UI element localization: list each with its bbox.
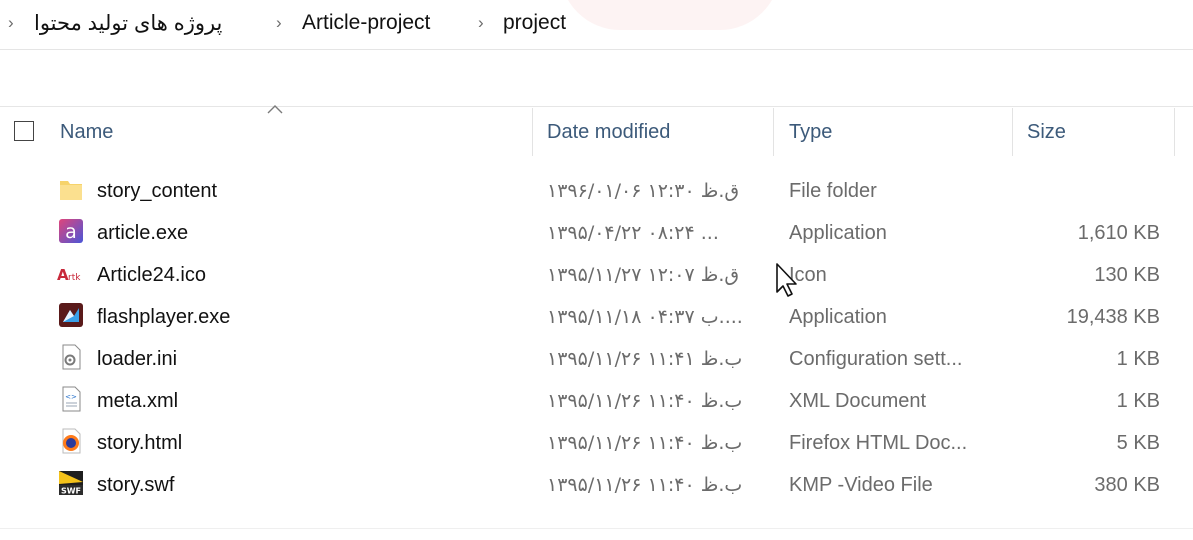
chevron-right-icon[interactable]: › <box>478 13 484 33</box>
file-size: 1 KB <box>1116 348 1160 370</box>
file-size: 1 KB <box>1116 390 1160 412</box>
folder-icon <box>60 181 82 200</box>
column-header-date-modified[interactable]: Date modified <box>547 121 670 144</box>
file-date: ۱۳۹۵/۱۱/۲۶ ب.ظ ۱۱:۴۰ <box>547 474 743 496</box>
breadcrumb: › پروژه های تولید محتوا › Article-projec… <box>0 0 1193 50</box>
breadcrumb-item-article-project[interactable]: Article-project <box>302 11 430 35</box>
file-date: ۱۳۹۵/۱۱/۲۶ ب.ظ ۱۱:۴۰ <box>547 432 743 454</box>
xml-file-icon: <> <box>62 386 81 412</box>
file-date: ۱۳۹۶/۰۱/۰۶ ق.ظ ۱۲:۳۰ <box>547 180 740 202</box>
sort-up-icon <box>267 105 283 114</box>
file-name: story_content <box>97 180 218 202</box>
firefox-icon <box>62 428 81 454</box>
file-size: 1,610 KB <box>1077 222 1160 244</box>
file-name: Article24.ico <box>97 264 206 286</box>
file-row-article24-ico[interactable]: A rtk Article24.ico ۱۳۹۵/۱۱/۲۷ ق.ظ ۱۲:۰۷… <box>0 254 1193 296</box>
file-row-story-swf[interactable]: SWF story.swf ۱۳۹۵/۱۱/۲۶ ب.ظ ۱۱:۴۰ KMP -… <box>0 464 1193 506</box>
file-size: 130 KB <box>1094 264 1160 286</box>
divider <box>0 528 1193 529</box>
chevron-right-icon[interactable]: › <box>8 13 14 33</box>
file-size: 380 KB <box>1094 474 1160 496</box>
column-divider[interactable] <box>532 108 533 156</box>
mouse-pointer-icon <box>776 263 797 297</box>
file-name: flashplayer.exe <box>97 306 231 328</box>
chevron-right-icon[interactable]: › <box>276 13 282 33</box>
file-row-article-exe[interactable]: a article.exe ۱۳۹۵/۰۴/۲۲ ۰۸:۲۴ ... Appli… <box>0 212 1193 254</box>
column-header-size[interactable]: Size <box>1027 121 1066 144</box>
select-all-checkbox[interactable] <box>14 121 34 141</box>
file-name: story.swf <box>97 474 175 496</box>
file-row-story-html[interactable]: story.html ۱۳۹۵/۱۱/۲۶ ب.ظ ۱۱:۴۰ Firefox … <box>0 422 1193 464</box>
article-app-icon: a <box>59 219 83 243</box>
settings-file-icon <box>62 344 81 370</box>
file-name: meta.xml <box>97 390 179 412</box>
column-divider[interactable] <box>1012 108 1013 156</box>
column-divider[interactable] <box>1174 108 1175 156</box>
file-type: Firefox HTML Doc... <box>789 432 968 454</box>
article24-logo-icon: A rtk <box>57 266 81 284</box>
file-date: ۱۳۹۵/۱۱/۲۶ ب.ظ ۱۱:۴۱ <box>547 348 743 370</box>
file-type: Application <box>789 222 887 244</box>
svg-text:a: a <box>65 221 77 243</box>
file-type: KMP -Video File <box>789 474 933 496</box>
column-header-name[interactable]: Name <box>60 121 113 144</box>
breadcrumb-item-content-projects[interactable]: پروژه های تولید محتوا <box>34 11 222 36</box>
svg-text:rtk: rtk <box>68 273 81 283</box>
swf-file-icon: SWF <box>59 471 83 496</box>
file-row-story-content[interactable]: story_content ۱۳۹۶/۰۱/۰۶ ق.ظ ۱۲:۳۰ File … <box>0 170 1193 212</box>
file-row-flashplayer-exe[interactable]: flashplayer.exe ۱۳۹۵/۱۱/۱۸ ب ۰۴:۳۷.... A… <box>0 296 1193 338</box>
file-size: 19,438 KB <box>1066 306 1160 328</box>
file-row-meta-xml[interactable]: <> meta.xml ۱۳۹۵/۱۱/۲۶ ب.ظ ۱۱:۴۰ XML Doc… <box>0 380 1193 422</box>
file-name: article.exe <box>97 222 189 244</box>
file-type: Application <box>789 306 887 328</box>
column-header-type[interactable]: Type <box>789 121 832 144</box>
file-date: ۱۳۹۵/۱۱/۱۸ ب ۰۴:۳۷.... <box>547 306 743 328</box>
svg-text:SWF: SWF <box>61 487 81 496</box>
svg-text:<>: <> <box>65 393 77 401</box>
file-type: XML Document <box>789 390 927 412</box>
file-date: ۱۳۹۵/۰۴/۲۲ ۰۸:۲۴ ... <box>547 222 719 244</box>
file-date: ۱۳۹۵/۱۱/۲۷ ق.ظ ۱۲:۰۷ <box>547 264 740 286</box>
file-size: 5 KB <box>1116 432 1160 454</box>
column-divider[interactable] <box>773 108 774 156</box>
file-name: story.html <box>97 432 183 454</box>
file-row-loader-ini[interactable]: loader.ini ۱۳۹۵/۱۱/۲۶ ب.ظ ۱۱:۴۱ Configur… <box>0 338 1193 380</box>
file-name: loader.ini <box>97 348 178 370</box>
file-date: ۱۳۹۵/۱۱/۲۶ ب.ظ ۱۱:۴۰ <box>547 390 743 412</box>
file-type: Configuration sett... <box>789 348 963 370</box>
breadcrumb-item-project[interactable]: project <box>503 11 566 35</box>
file-type: File folder <box>789 180 877 202</box>
flashplayer-icon <box>59 303 83 327</box>
